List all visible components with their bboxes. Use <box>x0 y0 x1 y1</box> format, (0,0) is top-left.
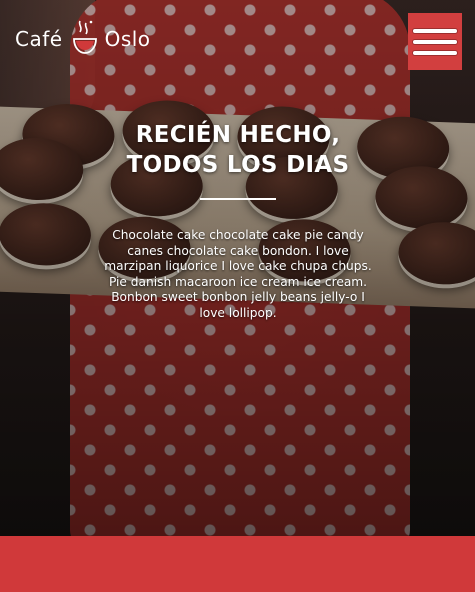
hero-title-line-2: TODOS LOS DIAS <box>126 152 350 178</box>
hamburger-menu-button[interactable] <box>408 13 462 70</box>
brand-name-right: Oslo <box>104 27 151 51</box>
hero-title-line-1: RECIÉN HECHO, <box>135 122 341 148</box>
hero-content: RECIÉN HECHO, TODOS LOS DIAS Chocolate c… <box>100 120 376 321</box>
brand-name-left: Café <box>15 27 63 51</box>
hamburger-menu-icon-bar <box>413 50 457 55</box>
hamburger-menu-icon-bar <box>413 39 457 44</box>
coffee-cup-icon <box>71 19 99 59</box>
footer-accent-band <box>0 536 475 592</box>
hero-divider <box>200 198 276 200</box>
hamburger-menu-icon <box>413 28 457 33</box>
hero-title: RECIÉN HECHO, TODOS LOS DIAS <box>100 120 376 180</box>
hero-description: Chocolate cake chocolate cake pie candy … <box>104 228 372 320</box>
brand-logo-link[interactable]: Café Oslo <box>15 14 151 64</box>
